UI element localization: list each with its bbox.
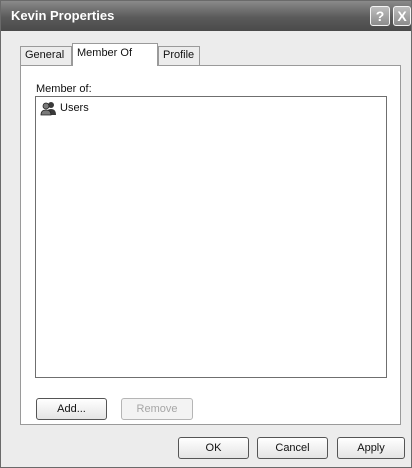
member-of-list[interactable]: Users xyxy=(35,96,387,378)
cancel-button[interactable]: Cancel xyxy=(257,437,328,459)
remove-button[interactable]: Remove xyxy=(121,398,193,420)
help-button[interactable]: ? xyxy=(370,6,390,26)
help-icon: ? xyxy=(375,8,385,24)
user-group-icon xyxy=(40,101,56,115)
ok-button[interactable]: OK xyxy=(178,437,249,459)
member-of-panel: Member of: Users Add... Remove xyxy=(20,65,401,425)
title-bar[interactable]: Kevin Properties ? X xyxy=(1,1,411,31)
close-icon: X xyxy=(397,8,407,24)
apply-button[interactable]: Apply xyxy=(337,437,405,459)
properties-dialog: Kevin Properties ? X General Member Of P… xyxy=(0,0,412,468)
tab-general[interactable]: General xyxy=(20,46,72,65)
window-title: Kevin Properties xyxy=(11,8,115,23)
member-of-label: Member of: xyxy=(36,83,92,95)
list-item-label: Users xyxy=(60,102,89,114)
add-button[interactable]: Add... xyxy=(36,398,107,420)
close-button[interactable]: X xyxy=(393,6,411,26)
tab-member-of[interactable]: Member Of xyxy=(72,43,158,66)
list-item[interactable]: Users xyxy=(40,100,89,116)
tab-profile[interactable]: Profile xyxy=(158,46,200,65)
